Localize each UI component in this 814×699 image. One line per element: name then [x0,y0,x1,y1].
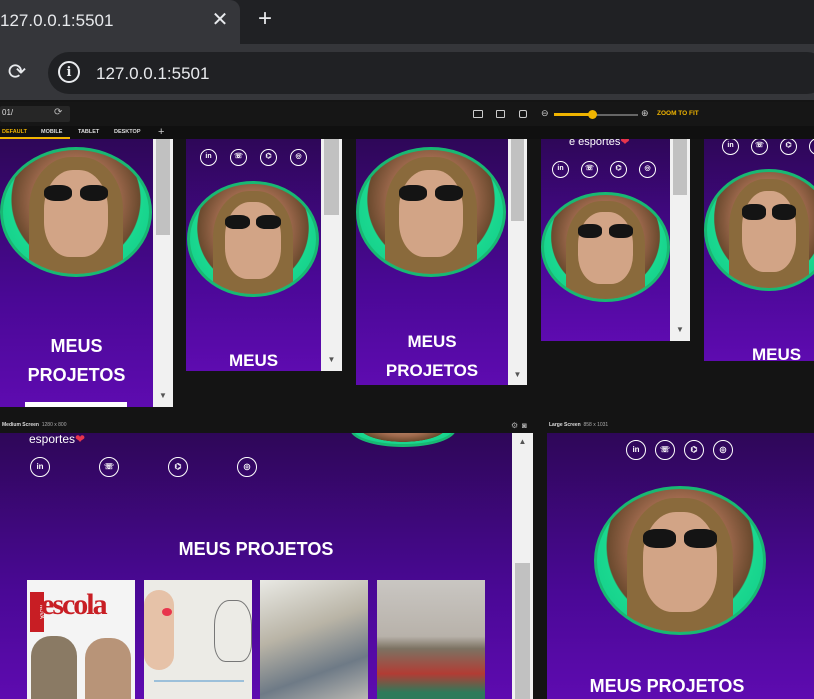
github-icon[interactable]: ⌬ [780,139,797,155]
tab-title: 127.0.0.1:5501 [0,11,114,30]
zoom-slider-handle[interactable] [588,110,597,119]
scrollbar-medium[interactable]: ▲ [512,433,533,699]
whatsapp-icon[interactable]: ☏ [655,440,675,460]
large-screen-caption: Large Screen 858 x 1031 [549,422,609,428]
screen-icon[interactable] [496,110,505,118]
linkedin-icon[interactable]: in [722,139,739,155]
scrollbar-3[interactable]: ▼ [508,139,527,385]
profile-photo [187,181,319,297]
github-icon[interactable]: ⌬ [260,149,277,166]
social-links: in ☏ ⌬ ◎ [626,440,733,460]
project-card[interactable]: NOVA escola [27,580,135,699]
social-links: in ☏ ⌬ ◎ [722,139,814,155]
project-card-edge [25,402,127,407]
medium-screen-caption: Medium Screen 1280 x 800 [2,422,67,428]
profile-photo [0,147,152,277]
preview-frame-medium[interactable]: esportes❤ in ☏ ⌬ ◎ MEUS PROJETOS NOVA es… [0,433,512,699]
project-card[interactable] [377,580,485,699]
new-tab-icon[interactable]: + [254,6,276,32]
scroll-down-icon[interactable]: ▼ [321,355,342,364]
projects-title: MEUS [751,345,802,361]
tab-mobile[interactable]: MOBILE [41,129,62,135]
scrollbar-2[interactable]: ▼ [321,139,342,371]
scroll-down-icon[interactable]: ▼ [153,391,173,400]
projects-title: MEUS PROJETOS [385,332,479,380]
scroll-down-icon[interactable]: ▼ [670,325,690,334]
projects-title: MEUS [228,351,279,370]
medium-settings-icon[interactable]: ⚙ [511,421,518,430]
profile-photo [704,169,814,291]
projects-title: MEUS PROJETOS [178,539,334,559]
preview-frame-1[interactable]: MEUS PROJETOS [0,139,153,407]
instagram-icon[interactable]: ◎ [639,161,656,178]
instagram-icon[interactable]: ◎ [713,440,733,460]
linkedin-icon[interactable]: in [552,161,569,178]
preview-frame-3[interactable]: MEUS PROJETOS [356,139,508,385]
scroll-down-icon[interactable]: ▼ [508,370,527,379]
linkedin-icon[interactable]: in [200,149,217,166]
social-links: in ☏ ⌬ ◎ [200,149,307,166]
url-text[interactable]: 127.0.0.1:5501 [96,64,209,84]
social-links: in ☏ ⌬ ◎ [30,457,257,477]
instagram-icon[interactable]: ◎ [809,139,814,155]
github-icon[interactable]: ⌬ [168,457,188,477]
profile-photo [541,192,670,302]
social-links: in ☏ ⌬ ◎ [552,161,656,178]
linkedin-icon[interactable]: in [626,440,646,460]
whatsapp-icon[interactable]: ☏ [581,161,598,178]
whatsapp-icon[interactable]: ☏ [230,149,247,166]
scroll-up-icon[interactable]: ▲ [512,437,533,446]
profile-photo [350,433,456,447]
scrollbar-4[interactable]: ▼ [670,139,690,341]
preview-frame-large[interactable]: in ☏ ⌬ ◎ MEUS PROJETOS [547,433,814,699]
scrollbar-1[interactable]: ▼ [153,139,173,407]
camera-icon[interactable] [519,110,527,118]
close-tab-icon[interactable]: ✕ [210,8,230,32]
tab-tablet[interactable]: TABLET [78,129,99,135]
instagram-icon[interactable]: ◎ [290,149,307,166]
cover-title: escola [41,588,108,621]
bio-text: esportes❤ [29,433,86,446]
github-icon[interactable]: ⌬ [610,161,627,178]
tab-desktop[interactable]: DESKTOP [114,129,141,135]
tab-default[interactable]: DEFAULT [2,129,27,135]
project-card[interactable] [260,580,368,699]
zoom-out-icon[interactable]: ⊖ [541,108,549,119]
zoom-slider-fill [554,113,592,116]
profile-photo [356,147,506,277]
projects-title: MEUS PROJETOS [27,336,126,385]
linkedin-icon[interactable]: in [30,457,50,477]
preview-frame-4[interactable]: e esportes❤ in ☏ ⌬ ◎ [541,139,670,341]
preview-frame-2[interactable]: in ☏ ⌬ ◎ MEUS [186,139,321,371]
bio-text: e esportes❤ [569,139,630,148]
viewer-url-value: 01/ [2,108,14,117]
viewer-reload-icon[interactable]: ⟳ [54,107,62,118]
projects-title: MEUS PROJETOS [589,676,745,696]
github-icon[interactable]: ⌬ [684,440,704,460]
project-card[interactable] [144,580,252,699]
whatsapp-icon[interactable]: ☏ [99,457,119,477]
add-tab-icon[interactable]: + [158,126,164,138]
profile-photo [594,486,766,635]
reload-icon[interactable]: ⟳ [6,59,28,85]
site-info-icon[interactable]: i [58,61,80,83]
medium-camera-icon[interactable]: ◙ [522,421,527,430]
zoom-in-icon[interactable]: ⊕ [641,108,649,119]
layout-icon[interactable] [473,110,483,118]
preview-frame-5[interactable]: in ☏ ⌬ ◎ MEUS [704,139,814,361]
whatsapp-icon[interactable]: ☏ [751,139,768,155]
instagram-icon[interactable]: ◎ [237,457,257,477]
zoom-to-fit-button[interactable]: ZOOM TO FIT [657,110,699,117]
